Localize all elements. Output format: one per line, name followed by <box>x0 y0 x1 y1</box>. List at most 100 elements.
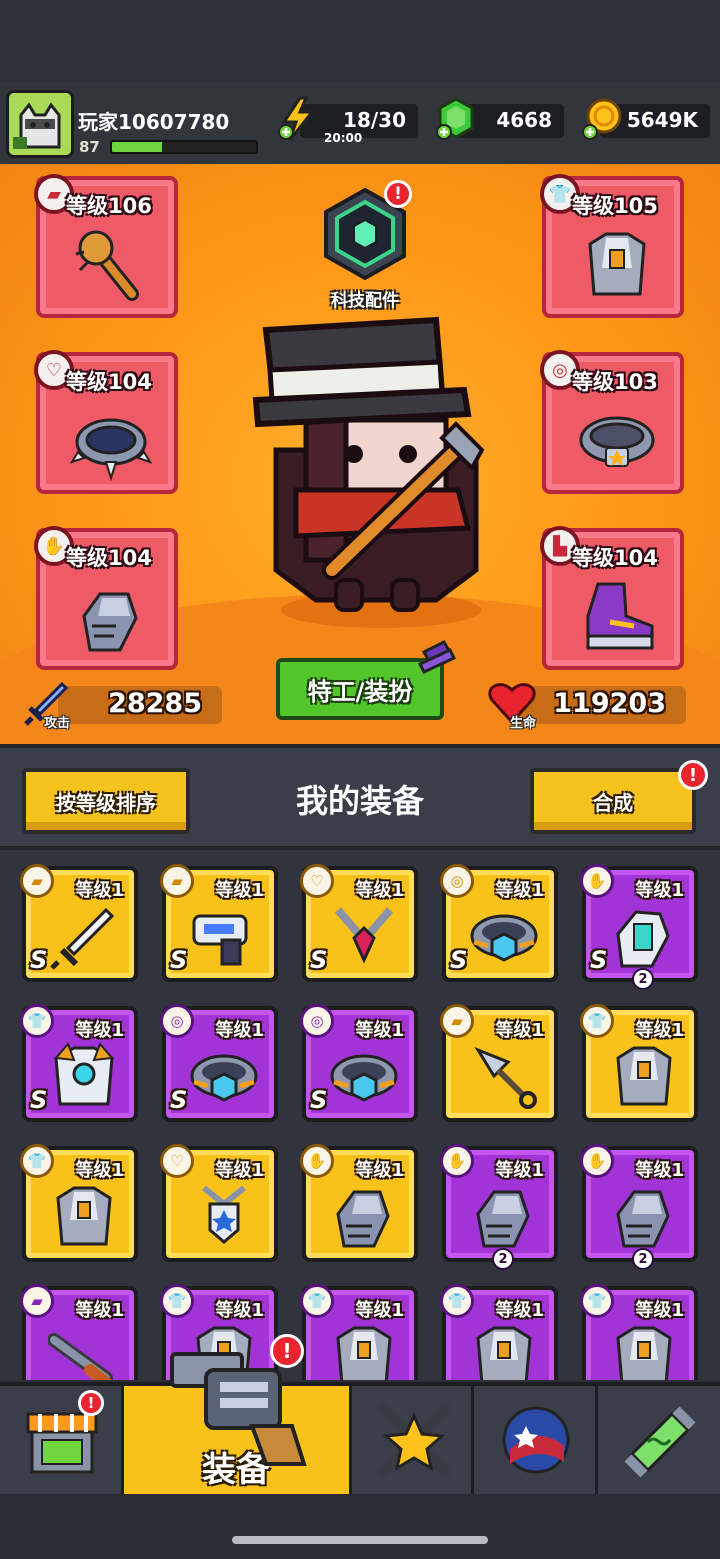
shotgun-icon <box>48 1333 113 1380</box>
inventory-item[interactable]: ✋ 等级1 2 <box>580 1144 698 1270</box>
inventory-item-level: 等级1 <box>635 1160 684 1181</box>
chest-armor-icon <box>616 1046 672 1106</box>
my-equipment-title: 我的装备 <box>295 782 424 820</box>
equip-slot-gloves[interactable]: ✋ 等级104 <box>34 526 178 670</box>
gun-type-icon: ▰ <box>20 864 54 898</box>
shirt-type-icon: 👕 <box>300 1284 334 1318</box>
star-belt-icon <box>579 416 655 467</box>
xp-bar <box>110 140 258 154</box>
equipment-inventory-grid[interactable]: ▰ 等级1 S ▰ 等级1 S ♡ 等级1 S ◎ 等级1 S ✋ 等级1 S 2 👕 等级1 S ◎ 等级1 S ◎ 等级1… <box>0 850 720 1380</box>
equip-slot-boots[interactable]: ▙ 等级104 <box>540 526 684 670</box>
inventory-item[interactable]: ▰ 等级1 S <box>160 864 278 982</box>
inventory-item[interactable]: ▰ 等级1 S <box>20 864 138 982</box>
item-count-badge: 2 <box>632 968 654 990</box>
chest-armor-icon <box>476 1326 532 1380</box>
gem-value: 4668 <box>496 108 552 132</box>
attack-label: 攻击 <box>44 716 71 731</box>
glove-type-icon: ✋ <box>440 1144 474 1178</box>
star-badge-necklace-icon <box>202 1185 246 1244</box>
hex-belt-icon <box>470 914 538 962</box>
inventory-item[interactable]: 👕 等级1 <box>20 1144 138 1262</box>
inventory-item[interactable]: ✋ 等级1 S 2 <box>580 864 698 990</box>
inventory-item-level: 等级1 <box>355 880 404 901</box>
shirt-type-icon: 👕 <box>20 1004 54 1038</box>
player-level: 87 <box>79 138 100 156</box>
belt-type-icon: ◎ <box>160 1004 194 1038</box>
player-name: 玩家10607780 <box>78 110 230 134</box>
status-bar-area <box>0 0 720 82</box>
inventory-item-level: 等级1 <box>635 880 684 901</box>
inventory-item[interactable]: ▰ 等级1 <box>20 1284 138 1380</box>
inventory-item[interactable]: ♡ 等级1 S <box>300 864 418 982</box>
hp-stat: 119203 <box>518 686 686 724</box>
spiked-bat-icon <box>75 230 139 301</box>
inventory-item-level: 等级1 <box>75 1300 124 1321</box>
spiked-collar-icon <box>70 418 152 482</box>
equip-slot-armor[interactable]: 👕 等级105 <box>540 174 684 318</box>
agent-character[interactable] <box>236 300 526 630</box>
nav-shop-tab[interactable]: ! <box>0 1386 124 1494</box>
dna-capsule-icon <box>624 1406 696 1478</box>
inventory-item[interactable]: ◎ 等级1 S <box>160 1004 278 1122</box>
inventory-item-level: 等级1 <box>495 1300 544 1321</box>
inventory-item[interactable]: 👕 等级1 <box>580 1004 698 1122</box>
bottom-navigation: ! 装备 <box>0 1382 720 1494</box>
equip-slot-level: 等级104 <box>66 546 152 570</box>
energy-timer: 20:00 <box>324 131 363 145</box>
shop-stall-icon <box>26 1412 98 1474</box>
inventory-item[interactable]: ✋ 等级1 2 <box>440 1144 558 1270</box>
merge-alert-badge: ! <box>678 760 708 790</box>
rank-badge: S <box>170 1086 188 1114</box>
inventory-item-level: 等级1 <box>215 880 264 901</box>
system-nav-area <box>0 1494 720 1559</box>
attack-value: 28285 <box>108 688 202 719</box>
chest-armor-icon <box>336 1326 392 1380</box>
equip-slot-weapon[interactable]: ▰ 等级106 <box>34 174 178 318</box>
player-avatar[interactable] <box>6 90 74 158</box>
shop-alert-badge: ! <box>78 1390 104 1416</box>
game-screen: 玩家10607780 87 18/30 20:00 4668 5649K ▰ 等… <box>0 0 720 1559</box>
home-indicator[interactable] <box>232 1536 488 1544</box>
inventory-item[interactable]: ◎ 等级1 S <box>440 864 558 982</box>
crossed-swords-star-icon <box>377 1403 451 1477</box>
inventory-item[interactable]: ♡ 等级1 <box>160 1144 278 1262</box>
gun-type-icon: ▰ <box>20 1284 54 1318</box>
inventory-item[interactable]: ◎ 等级1 S <box>300 1004 418 1122</box>
attack-stat: 28285 <box>58 686 222 724</box>
inventory-item[interactable]: 👕 等级1 <box>440 1284 558 1380</box>
glove-type-icon: ✋ <box>300 1144 334 1178</box>
metal-gauntlet-icon <box>476 1190 530 1248</box>
sort-by-level-button[interactable]: 按等级排序 <box>22 768 190 834</box>
inventory-item[interactable]: 👕 等级1 S <box>20 1004 138 1122</box>
hex-belt-icon <box>190 1054 258 1102</box>
equip-slot-level: 等级105 <box>572 194 658 218</box>
rank-badge: S <box>30 1086 48 1114</box>
rank-badge: S <box>310 1086 328 1114</box>
energy-value: 18/30 <box>343 108 406 132</box>
equipment-alert-badge: ! <box>270 1334 304 1368</box>
inventory-item-level: 等级1 <box>355 1160 404 1181</box>
xp-bar-fill <box>112 142 163 152</box>
purple-sneaker-icon <box>586 582 654 650</box>
hp-label: 生命 <box>510 716 537 731</box>
equip-slot-necklace[interactable]: ♡ 等级104 <box>34 350 178 494</box>
chest-armor-icon <box>56 1186 112 1246</box>
equip-slot-level: 等级104 <box>572 546 658 570</box>
inventory-item[interactable]: 👕 等级1 <box>300 1284 418 1380</box>
mech-armor-icon <box>54 1042 114 1106</box>
chest-armor-icon <box>588 232 646 296</box>
nav-lab-tab[interactable] <box>598 1386 720 1494</box>
inventory-item[interactable]: 👕 等级1 <box>580 1284 698 1380</box>
lightning-icon <box>278 96 316 141</box>
merge-button[interactable]: 合成 <box>530 768 696 834</box>
belt-type-icon: ◎ <box>440 864 474 898</box>
glove-type-icon: ✋ <box>580 864 614 898</box>
inventory-item-level: 等级1 <box>635 1300 684 1321</box>
laser-gun-icon <box>192 914 248 966</box>
equip-slot-belt[interactable]: ◎ 等级103 <box>540 350 684 494</box>
nav-talents-tab[interactable] <box>352 1386 474 1494</box>
inventory-item[interactable]: ▰ 等级1 <box>440 1004 558 1122</box>
nav-skills-tab[interactable] <box>474 1386 598 1494</box>
shirt-type-icon: 👕 <box>160 1284 194 1318</box>
inventory-item[interactable]: ✋ 等级1 <box>300 1144 418 1262</box>
